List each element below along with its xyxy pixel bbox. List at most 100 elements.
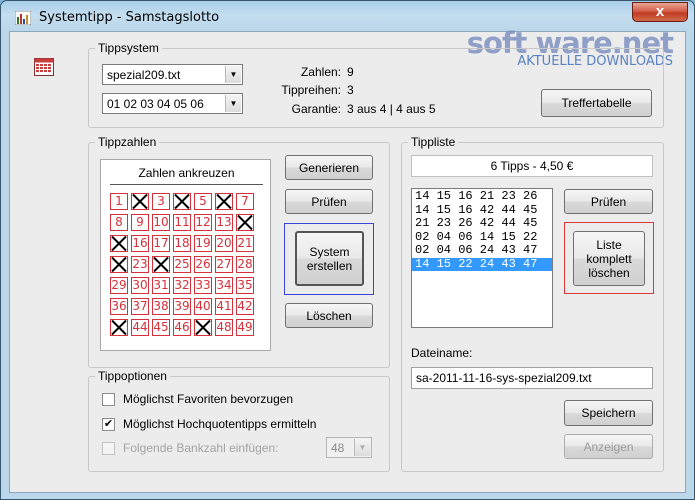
number-cell[interactable]: 26: [194, 256, 212, 273]
number-cell[interactable]: 19: [194, 235, 212, 252]
number-cell[interactable]: 42: [236, 298, 254, 315]
speichern-button[interactable]: Speichern: [564, 400, 653, 426]
system-erstellen-button[interactable]: System erstellen: [295, 231, 364, 286]
hochquoten-label: Möglichst Hochquotentipps ermitteln: [123, 417, 317, 431]
tipp-list-item[interactable]: 21 23 26 42 44 45: [412, 216, 552, 231]
number-cell[interactable]: 29: [110, 277, 128, 294]
loeschen-numbers-button[interactable]: Löschen: [285, 303, 373, 328]
number-cell-crossed[interactable]: 2: [131, 193, 149, 210]
pruefen-numbers-button[interactable]: Prüfen: [285, 189, 373, 214]
chevron-down-icon[interactable]: ▼: [225, 66, 241, 83]
hochquoten-checkbox[interactable]: ✔: [102, 417, 115, 431]
hochquoten-option[interactable]: ✔ Möglichst Hochquotentipps ermitteln: [102, 417, 316, 431]
number-cell-crossed[interactable]: 6: [215, 193, 233, 210]
anzeigen-button[interactable]: Anzeigen: [564, 434, 653, 459]
number-cell[interactable]: 12: [194, 214, 212, 231]
number-cell[interactable]: 33: [194, 277, 212, 294]
numbers-select[interactable]: 01 02 03 04 05 06 ▼: [102, 93, 243, 114]
number-cell[interactable]: 38: [152, 298, 170, 315]
tippreihen-value: 3: [347, 83, 354, 97]
tipp-list-item[interactable]: 02 04 06 24 43 47: [412, 243, 552, 258]
tippoptionen-group-label: Tippoptionen: [95, 369, 170, 383]
number-cell-crossed[interactable]: 15: [110, 235, 128, 252]
bankzahl-checkbox[interactable]: [102, 441, 115, 455]
system-file-select[interactable]: spezial209.txt ▼: [102, 64, 243, 85]
tipp-list-item[interactable]: 14 15 16 42 44 45: [412, 203, 552, 218]
tipp-list-item[interactable]: 14 15 16 21 23 26: [412, 189, 552, 204]
number-cell[interactable]: 16: [131, 235, 149, 252]
zahlen-value: 9: [347, 65, 354, 79]
number-cell[interactable]: 36: [110, 298, 128, 315]
tippsystem-group-label: Tippsystem: [95, 41, 162, 55]
app-window: Systemtipp - Samstagslotto x soft ware.n…: [0, 0, 695, 500]
number-cell[interactable]: 46: [173, 319, 191, 336]
grid-header: Zahlen ankreuzen: [110, 166, 263, 185]
bankzahl-select[interactable]: 48 ▼: [326, 437, 372, 458]
number-cell[interactable]: 21: [236, 235, 254, 252]
bar-chart-icon: [15, 11, 31, 25]
number-cell[interactable]: 28: [236, 256, 254, 273]
number-cell-crossed[interactable]: 4: [173, 193, 191, 210]
number-cell[interactable]: 31: [152, 277, 170, 294]
number-cell-crossed[interactable]: 14: [236, 214, 254, 231]
number-cell[interactable]: 30: [131, 277, 149, 294]
number-cell[interactable]: 25: [173, 256, 191, 273]
number-cell[interactable]: 35: [236, 277, 254, 294]
number-cell-crossed[interactable]: 22: [110, 256, 128, 273]
number-cell[interactable]: 10: [152, 214, 170, 231]
number-cell[interactable]: 32: [173, 277, 191, 294]
number-cell[interactable]: 45: [152, 319, 170, 336]
number-cell[interactable]: 7: [236, 193, 254, 210]
close-button[interactable]: x: [632, 2, 688, 22]
number-cell[interactable]: 20: [215, 235, 233, 252]
number-cell[interactable]: 13: [215, 214, 233, 231]
number-cell[interactable]: 44: [131, 319, 149, 336]
tippsystem-group: Tippsystem spezial209.txt ▼ 01 02 03 04 …: [88, 41, 664, 128]
favoriten-option[interactable]: Möglichst Favoriten bevorzugen: [102, 392, 293, 406]
cross-mark-icon: [153, 257, 169, 272]
pruefen-list-button[interactable]: Prüfen: [564, 189, 653, 214]
client-area: soft ware.net AKTUELLE DOWNLOADS Tippsys…: [9, 26, 686, 493]
number-cell[interactable]: 41: [215, 298, 233, 315]
number-cell[interactable]: 17: [152, 235, 170, 252]
number-cell[interactable]: 37: [131, 298, 149, 315]
numbers-select-value: 01 02 03 04 05 06: [107, 97, 204, 111]
tippoptionen-group: Tippoptionen Möglichst Favoriten bevorzu…: [88, 369, 390, 472]
number-cell[interactable]: 18: [173, 235, 191, 252]
tippliste-group-label: Tippliste: [408, 135, 459, 149]
calendar-grid-icon: [34, 58, 54, 76]
number-cell[interactable]: 39: [173, 298, 191, 315]
number-cell-crossed[interactable]: 43: [110, 319, 128, 336]
bankzahl-option[interactable]: Folgende Bankzahl einfügen:: [102, 441, 278, 455]
number-cell[interactable]: 9: [131, 214, 149, 231]
number-cell[interactable]: 1: [110, 193, 128, 210]
number-cell[interactable]: 40: [194, 298, 212, 315]
cross-mark-icon: [111, 257, 127, 272]
number-cell[interactable]: 3: [152, 193, 170, 210]
treffertabelle-button[interactable]: Treffertabelle: [541, 89, 652, 117]
tipps-summary: 6 Tipps - 4,50 €: [411, 155, 653, 177]
tipp-list-item[interactable]: 02 04 06 14 15 22: [412, 230, 552, 245]
number-cell[interactable]: 8: [110, 214, 128, 231]
number-grid: Zahlen ankreuzen 12345678910111213141516…: [100, 159, 271, 351]
system-file-value: spezial209.txt: [107, 68, 181, 82]
chevron-down-icon[interactable]: ▼: [354, 439, 370, 456]
chevron-down-icon[interactable]: ▼: [225, 95, 241, 112]
number-cell-crossed[interactable]: 24: [152, 256, 170, 273]
generieren-button[interactable]: Generieren: [285, 155, 373, 180]
number-cell[interactable]: 5: [194, 193, 212, 210]
dateiname-input[interactable]: sa-2011-11-16-sys-spezial209.txt: [411, 367, 653, 389]
number-cell[interactable]: 27: [215, 256, 233, 273]
number-cell-crossed[interactable]: 47: [194, 319, 212, 336]
favoriten-checkbox[interactable]: [102, 392, 115, 406]
number-cell[interactable]: 34: [215, 277, 233, 294]
tipp-list-item[interactable]: 14 15 22 24 43 47: [412, 257, 552, 271]
number-cell[interactable]: 48: [215, 319, 233, 336]
number-cell[interactable]: 49: [236, 319, 254, 336]
number-cell[interactable]: 23: [131, 256, 149, 273]
tipp-listbox[interactable]: 14 15 16 21 23 26 14 15 16 42 44 45 21 23 …: [411, 188, 553, 328]
number-cell[interactable]: 11: [173, 214, 191, 231]
liste-loeschen-button[interactable]: Liste komplett löschen: [573, 231, 645, 286]
favoriten-label: Möglichst Favoriten bevorzugen: [123, 392, 294, 406]
cross-mark-icon: [111, 236, 127, 251]
